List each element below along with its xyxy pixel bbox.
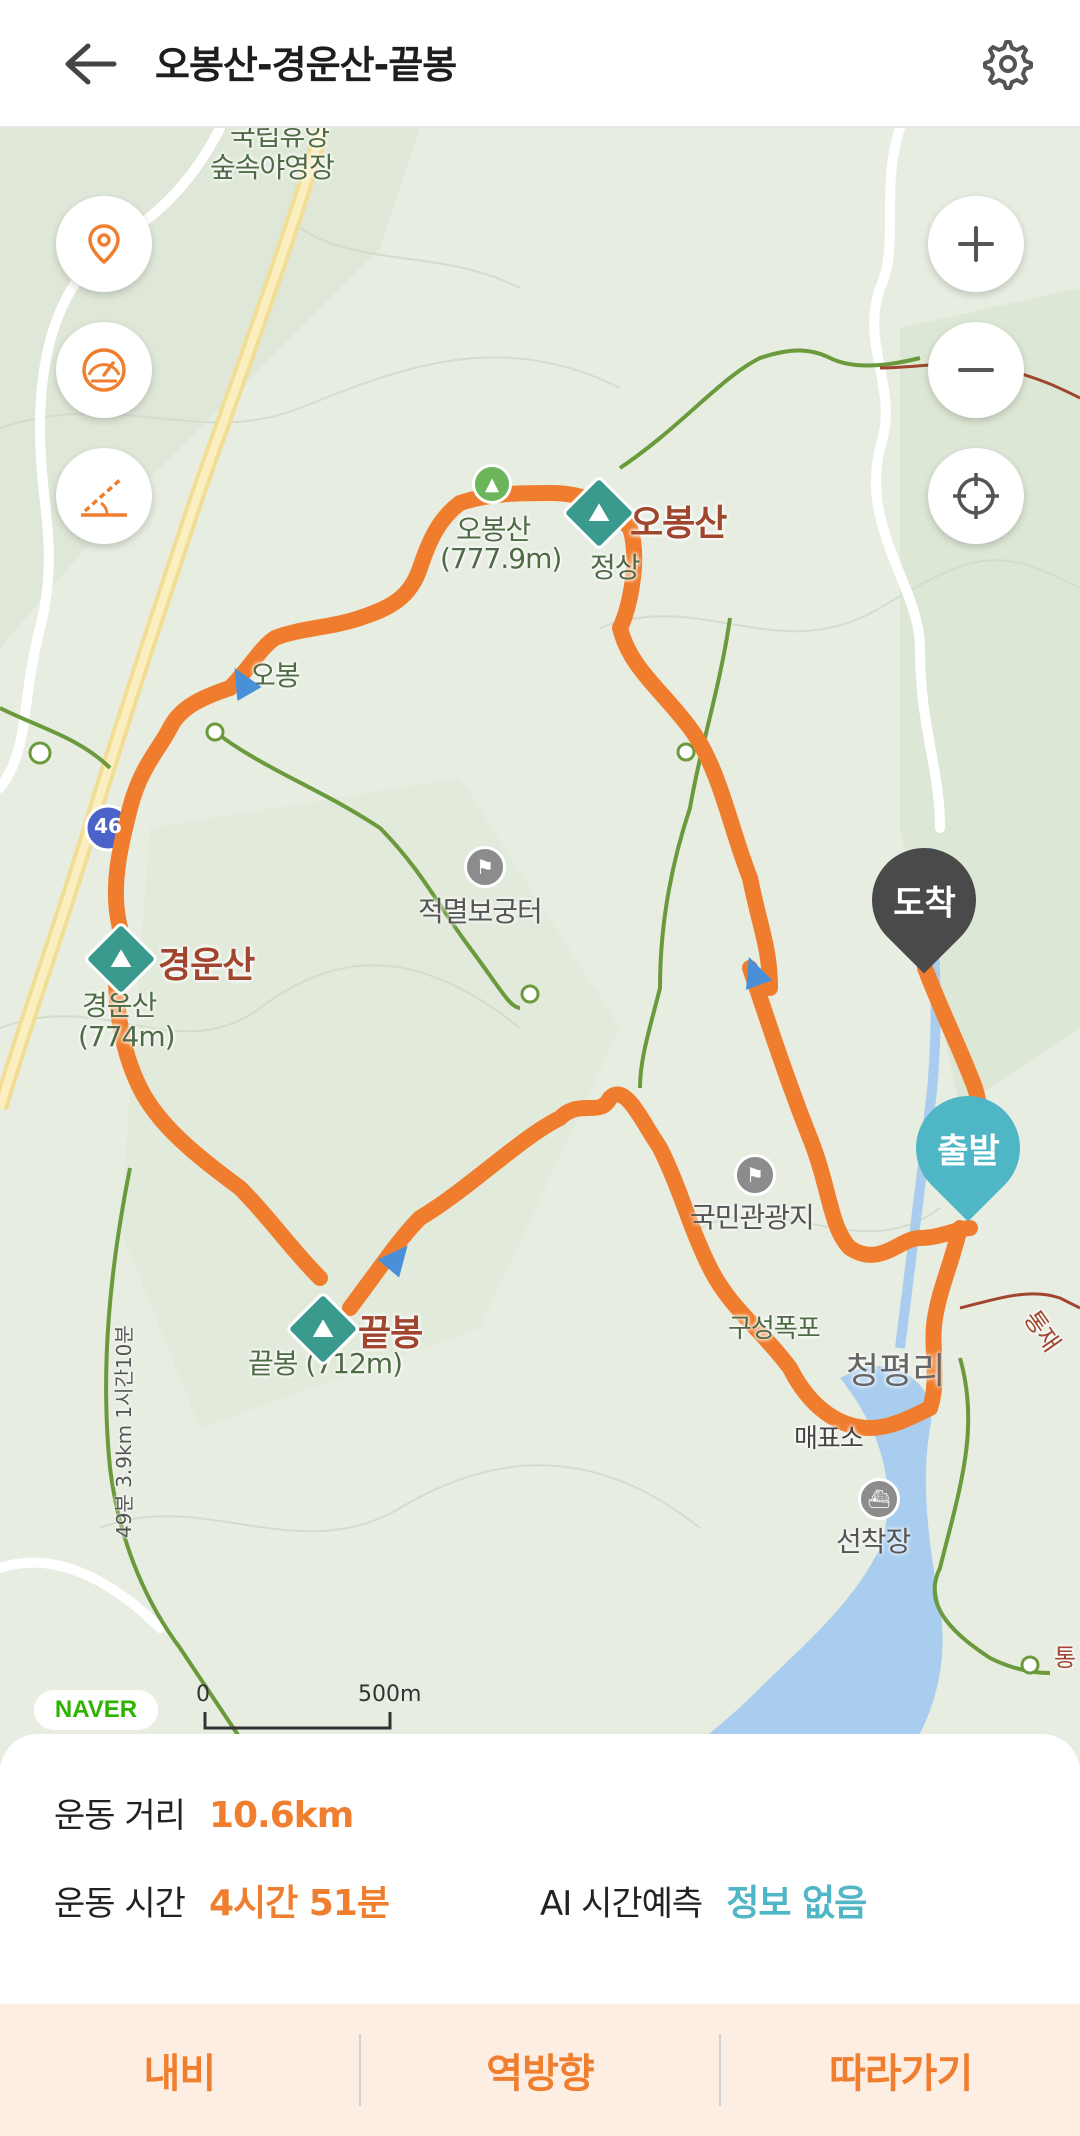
gyeongunsan-alt-label: (774m) xyxy=(78,1020,176,1053)
campsite-label: 숲속야영장 xyxy=(210,151,335,184)
obongsan-alt-label: (777.9m) xyxy=(440,542,562,575)
jeongsang-label: 정상 xyxy=(590,551,641,584)
distance-row: 운동 거리 10.6km xyxy=(54,1788,354,1837)
zoom-in-icon xyxy=(958,226,994,262)
tourist-flag-icon: ⚑ xyxy=(734,1154,776,1196)
gyeongunsan-peak-label: 경운산 xyxy=(158,945,255,986)
app-header: 오봉산-경운산-끝봉 xyxy=(0,0,1080,128)
location-button[interactable] xyxy=(56,196,152,292)
time-value: 4시간 51분 xyxy=(208,1883,390,1924)
settings-button[interactable] xyxy=(970,28,1042,100)
ai-label: AI 시간예측 xyxy=(540,1884,703,1924)
obongsan-peak-label: 오봉산 xyxy=(630,503,727,544)
workout-info-panel: 운동 거리 10.6km 운동 시간 4시간 51분 AI 시간예측 정보 없음 xyxy=(0,1734,1080,1974)
scale-zero: 0 xyxy=(196,1682,210,1707)
trail-time-label: 49분 3.9km 1시간10분 xyxy=(112,1325,136,1538)
distance-label: 운동 거리 xyxy=(54,1796,186,1836)
time-label: 운동 시간 xyxy=(54,1884,186,1924)
crosshair-icon xyxy=(953,473,999,519)
route-46-badge: 46 xyxy=(94,814,122,838)
speed-button[interactable] xyxy=(56,322,152,418)
back-button[interactable] xyxy=(52,32,128,96)
jeokmyeol-label: 적멸보궁터 xyxy=(418,895,543,928)
scale-distance: 500m xyxy=(358,1682,422,1707)
naver-logo: NAVER xyxy=(34,1690,158,1730)
campsite-icon: ▲ xyxy=(472,464,512,504)
distance-value: 10.6km xyxy=(208,1795,354,1836)
zoom-out-icon xyxy=(958,368,994,372)
elevation-slope-icon xyxy=(81,477,127,517)
temple-flag-icon: ⚑ xyxy=(464,846,506,888)
back-arrow-icon xyxy=(65,43,117,85)
time-row: 운동 시간 4시간 51분 xyxy=(54,1874,390,1926)
gear-icon xyxy=(983,40,1033,90)
bottom-action-bar: 내비 역방향 따라가기 xyxy=(0,2004,1080,2136)
page-title: 오봉산-경운산-끝봉 xyxy=(155,43,457,87)
ai-prediction-row: AI 시간예측 정보 없음 xyxy=(540,1874,867,1926)
slope-button[interactable] xyxy=(56,448,152,544)
location-pin-icon xyxy=(88,224,120,265)
zoom-out-button[interactable] xyxy=(928,322,1024,418)
arrival-label: 도착 xyxy=(892,883,956,924)
tong-label-2: 통 xyxy=(1054,1644,1076,1672)
cheongpyeong-label: 청평리 xyxy=(846,1351,946,1392)
follow-route-button[interactable]: 따라가기 xyxy=(721,2004,1080,2136)
zoom-in-button[interactable] xyxy=(928,196,1024,292)
guseong-label: 구성폭포 xyxy=(728,1314,821,1344)
my-location-button[interactable] xyxy=(928,448,1024,544)
ai-value: 정보 없음 xyxy=(726,1883,867,1924)
gukmin-label: 국민관광지 xyxy=(690,1201,815,1234)
maepyoso-label: 매표소 xyxy=(794,1424,864,1454)
speedometer-icon xyxy=(82,348,126,392)
seonchakjang-label: 선착장 xyxy=(836,1525,911,1558)
reverse-route-button[interactable]: 역방향 xyxy=(361,2004,720,2136)
navigation-button[interactable]: 내비 xyxy=(0,2004,359,2136)
ferry-icon: ⛴ xyxy=(858,1478,900,1520)
departure-label: 출발 xyxy=(936,1131,1000,1172)
map-view[interactable]: 국립휴양 숲속야영장 오봉산 (777.9m) 오봉산 정상 오봉 적멸보궁터 … xyxy=(0,128,1080,1764)
